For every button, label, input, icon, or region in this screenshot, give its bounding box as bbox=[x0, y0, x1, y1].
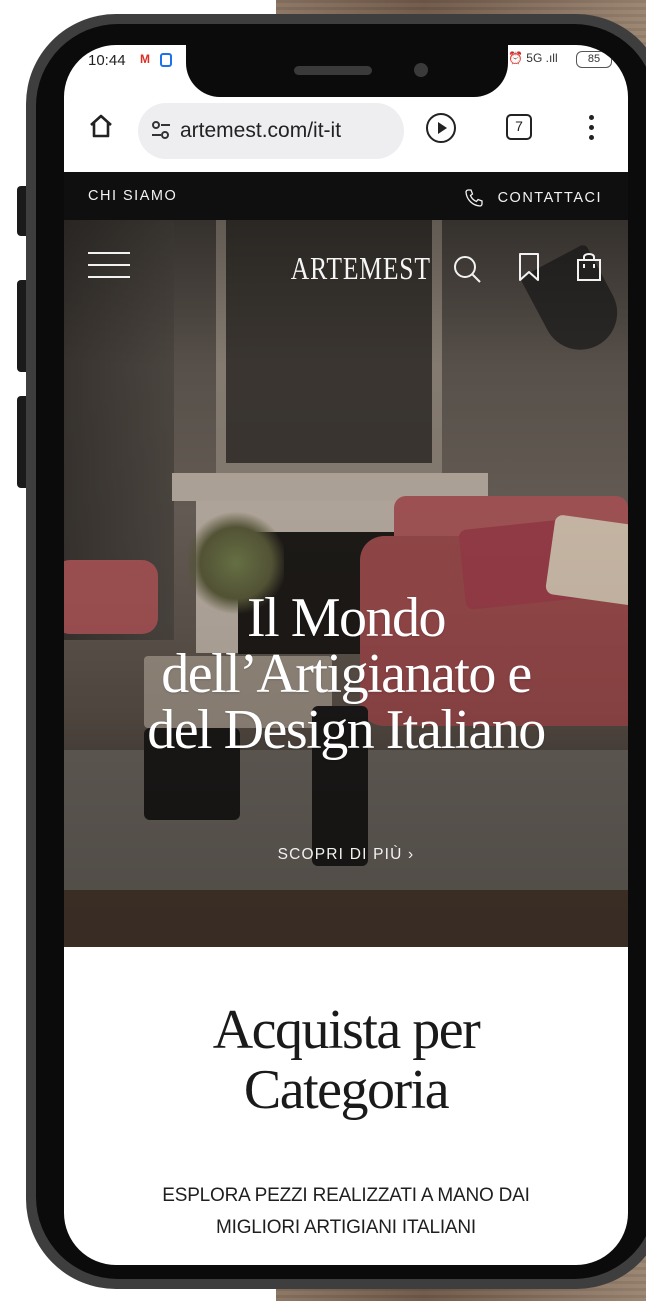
hero-banner[interactable]: ARTEMEST Il Mondo dell’Artigianato e del… bbox=[64, 220, 628, 947]
category-subtitle-line: MIGLIORI ARTIGIANI ITALIANI bbox=[216, 1217, 476, 1238]
url-text[interactable]: artemest.com/it-it bbox=[180, 119, 341, 143]
hero-title: Il Mondo dell’Artigianato e del Design I… bbox=[64, 590, 628, 758]
signal-icons: ⏰ 5G .ıll bbox=[508, 51, 558, 65]
about-link[interactable]: CHI SIAMO bbox=[88, 188, 177, 204]
browser-toolbar: artemest.com/it-it 7 bbox=[64, 97, 628, 172]
front-camera bbox=[414, 63, 428, 77]
play-icon[interactable] bbox=[426, 113, 456, 143]
gmail-icon: M bbox=[140, 52, 150, 66]
site-topbar: CHI SIAMO CONTATTACI bbox=[64, 172, 628, 220]
hero-title-line: del Design Italiano bbox=[147, 699, 546, 761]
discover-more-link[interactable]: SCOPRI DI PIÙ › bbox=[64, 846, 628, 864]
category-section-subtitle: ESPLORA PEZZI REALIZZATI A MANO DAI MIGL… bbox=[64, 1180, 628, 1244]
artemest-logo[interactable]: ARTEMEST bbox=[276, 246, 431, 290]
wishlist-bookmark-icon[interactable] bbox=[518, 252, 540, 282]
hero-title-line: Il Mondo bbox=[247, 587, 447, 649]
logo-text: ARTEMEST bbox=[290, 250, 431, 286]
battery-indicator: 85 bbox=[576, 51, 612, 68]
search-icon[interactable] bbox=[452, 254, 482, 284]
category-subtitle-line: ESPLORA PEZZI REALIZZATI A MANO DAI bbox=[162, 1185, 530, 1206]
phone-notch bbox=[186, 45, 508, 97]
phone-icon bbox=[464, 189, 483, 207]
earpiece-speaker bbox=[294, 66, 372, 75]
site-settings-icon[interactable] bbox=[150, 119, 172, 141]
contact-link[interactable]: CONTATTACI bbox=[464, 188, 602, 208]
category-title-line: Categoria bbox=[243, 1059, 450, 1121]
phone-screen: 10:44 M ⏰ 5G .ıll 85 artemest.com/it-it … bbox=[64, 45, 628, 1265]
hero-title-line: dell’Artigianato e bbox=[161, 643, 532, 705]
home-icon[interactable] bbox=[88, 113, 114, 139]
tabs-count-button[interactable]: 7 bbox=[506, 114, 532, 140]
category-section-title: Acquista per Categoria bbox=[64, 1000, 628, 1120]
contact-label: CONTATTACI bbox=[497, 190, 602, 206]
category-title-line: Acquista per bbox=[212, 999, 481, 1061]
notification-icon bbox=[160, 53, 172, 67]
shopping-bag-icon[interactable] bbox=[576, 250, 602, 282]
address-bar[interactable]: artemest.com/it-it bbox=[138, 103, 404, 159]
hamburger-menu-icon[interactable] bbox=[88, 252, 130, 282]
more-options-icon[interactable] bbox=[584, 113, 598, 143]
status-time: 10:44 bbox=[88, 52, 126, 69]
hero-photo-overlay bbox=[64, 220, 628, 947]
